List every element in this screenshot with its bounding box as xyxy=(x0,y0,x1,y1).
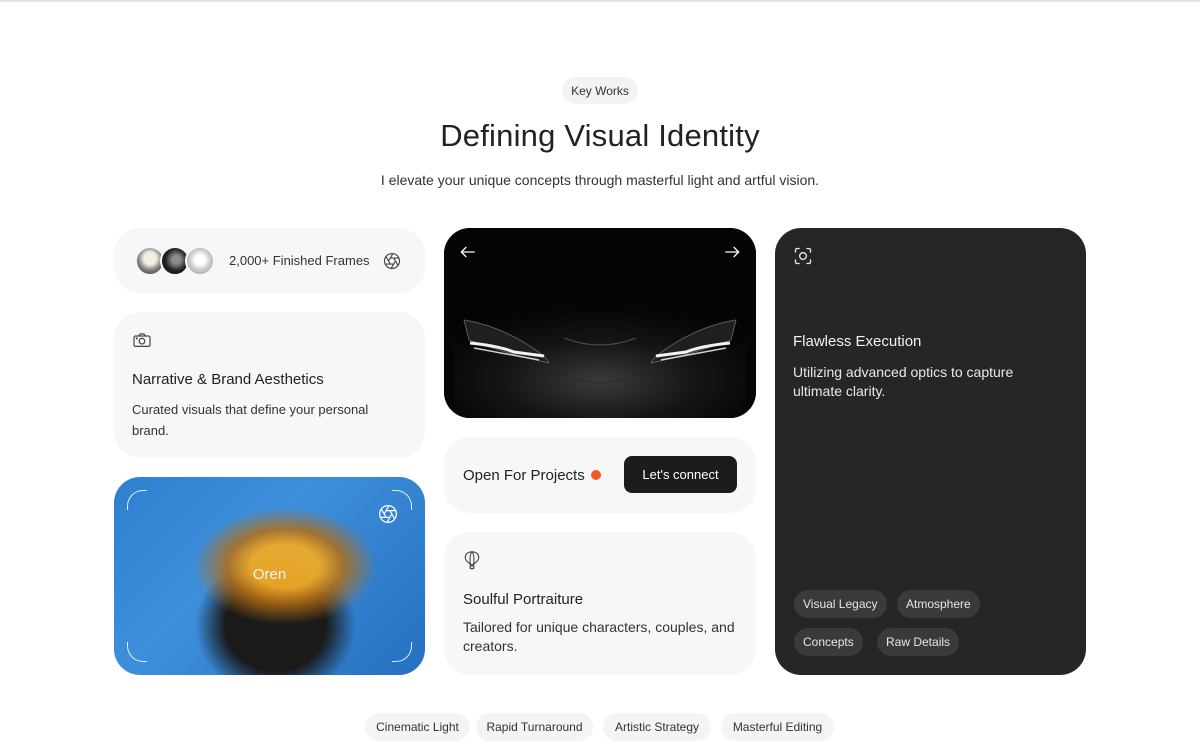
open-for-projects-card: Open For Projects Let's connect xyxy=(444,437,756,513)
card-description: Tailored for unique characters, couples,… xyxy=(463,619,735,654)
tag-cinematic-light[interactable]: Cinematic Light xyxy=(365,713,470,741)
portrait-caption: Oren xyxy=(252,566,287,583)
tag-visual-legacy[interactable]: Visual Legacy xyxy=(794,590,887,618)
card-title: Narrative & Brand Aesthetics xyxy=(132,371,324,388)
availability-label: Open For Projects xyxy=(463,466,585,484)
frame-corner xyxy=(127,490,147,510)
hot-air-balloon-icon xyxy=(463,551,481,574)
car-image-carousel xyxy=(444,228,756,418)
aperture-icon xyxy=(378,504,398,529)
tag-masterful-editing[interactable]: Masterful Editing xyxy=(721,713,834,741)
card-description: Utilizing advanced optics to capture ult… xyxy=(793,364,1014,399)
section-subtitle: I elevate your unique concepts through m… xyxy=(380,172,820,188)
portrait-image-card[interactable]: Oren xyxy=(114,477,425,675)
arrow-left-icon[interactable] xyxy=(458,242,478,267)
tag-artistic-strategy[interactable]: Artistic Strategy xyxy=(603,713,711,741)
card-description: Curated visuals that define your persona… xyxy=(132,402,369,438)
focus-icon xyxy=(793,247,813,270)
tag-raw-details[interactable]: Raw Details xyxy=(877,628,960,656)
status-indicator xyxy=(590,470,601,480)
car-photo xyxy=(444,228,756,418)
aperture-icon xyxy=(383,252,401,270)
card-title: Flawless Execution xyxy=(793,333,922,350)
avatar xyxy=(185,245,215,276)
narrative-brand-card: Narrative & Brand Aesthetics Curated vis… xyxy=(114,312,425,458)
tag-atmosphere[interactable]: Atmosphere xyxy=(897,590,980,618)
soulful-portraiture-card: Soulful Portraiture Tailored for unique … xyxy=(444,532,756,675)
flawless-execution-card: Flawless Execution Utilizing advanced op… xyxy=(775,228,1086,675)
card-title: Soulful Portraiture xyxy=(463,591,584,608)
lets-connect-button[interactable]: Let's connect xyxy=(624,456,737,493)
section-title: Defining Visual Identity xyxy=(440,118,760,153)
top-edge-shadow xyxy=(0,0,1200,3)
arrow-right-icon[interactable] xyxy=(722,242,742,267)
section-badge: Key Works xyxy=(562,77,638,104)
frame-corner xyxy=(127,642,147,662)
feature-tags: Cinematic Light Rapid Turnaround Artisti… xyxy=(0,713,1200,741)
frame-corner xyxy=(392,642,412,662)
camera-icon xyxy=(132,333,152,352)
avatar-group xyxy=(135,245,215,276)
tag-concepts[interactable]: Concepts xyxy=(794,628,863,656)
finished-frames-count: 2,000+ Finished Frames xyxy=(229,253,370,268)
finished-frames-card: 2,000+ Finished Frames xyxy=(114,228,425,293)
tag-rapid-turnaround[interactable]: Rapid Turnaround xyxy=(476,713,593,741)
